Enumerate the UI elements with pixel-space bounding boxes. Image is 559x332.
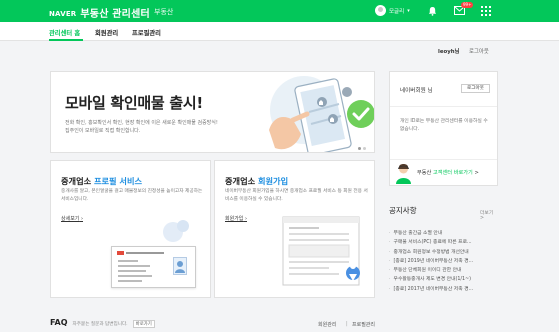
app-title: 부동산 관리센터 — [80, 9, 150, 20]
profile-photo-icon — [173, 257, 187, 275]
mail-count-badge: 99+ — [461, 2, 474, 8]
account-id: leoyh님 — [438, 49, 460, 55]
tab-profile[interactable]: 프로필관리 — [132, 28, 161, 37]
user-menu[interactable]: 모글리 ▾ — [375, 5, 410, 16]
carousel-dots[interactable] — [358, 147, 366, 150]
faq-shortcut-button[interactable]: 바로가기 — [132, 320, 155, 328]
list-item[interactable]: 우수활동중개사 제도 변경 안내(1/1~) — [389, 275, 498, 284]
list-item[interactable]: 구매불 서비스(PC) 종료에 따른 프로... — [389, 238, 498, 247]
tab-members[interactable]: 회원관리 — [95, 28, 118, 37]
hero-title: 모바일 확인매물 출시! — [65, 94, 203, 112]
faq-section: FAQ 자주묻는 질문과 답변입니다. 바로가기 — [50, 318, 155, 328]
signup-service-description: 네이버부동산 회원가입을 하시면 중개업소 프로필 서비스 등 회원 전용 서비… — [225, 189, 368, 202]
business-card-illustration — [111, 246, 196, 288]
avatar — [375, 5, 386, 16]
logout-button[interactable]: 로그아웃 — [461, 84, 490, 93]
profile-service-title: 중개업소 프로필 서비스 — [61, 176, 143, 186]
signup-link[interactable]: 회원가입 › — [225, 215, 247, 222]
faq-member-link[interactable]: 회원관리 — [318, 321, 336, 328]
faq-profile-link[interactable]: 프로필관리 — [352, 321, 375, 328]
support-agent-icon — [396, 164, 411, 184]
member-greeting: 네이버회원 님 — [400, 88, 433, 94]
brand-logo[interactable]: NAVER 부동산 관리센터 — [49, 5, 150, 20]
browser-window-illustration — [282, 216, 360, 286]
notice-list: 부동산 출간금 소멸 안내 구매불 서비스(PC) 종료에 따른 프로... 중… — [389, 229, 498, 294]
customer-center-link[interactable]: 부동산 고객센터 바로가기 > — [417, 169, 479, 176]
hero-desc-line-1: 전화 확인, 홍보확인서 확인, 현장 확인에 이은 새로운 확인매물 검증방식… — [65, 120, 218, 126]
list-item[interactable]: [종료] 2019년 네이버부동산 저축 경... — [389, 257, 498, 266]
real-estate-link[interactable]: 부동산 — [154, 7, 173, 17]
profile-detail-link[interactable]: 상세보기 › — [61, 215, 83, 222]
list-item[interactable]: 부동산 단체회원 이이디 관한 안내 — [389, 266, 498, 275]
user-name: 모글리 — [389, 8, 405, 15]
main-nav: 관리센터 홈 회원관리 프로필관리 — [0, 22, 559, 41]
hero-desc-line-2: 집주인이 모바일로 직접 확인합니다. — [65, 128, 141, 134]
apps-grid-icon[interactable] — [481, 6, 491, 16]
member-panel: 네이버회원 님 로그아웃 개인 ID로는 부동산 관리센터를 이용하실 수 없습… — [389, 71, 498, 186]
list-item[interactable]: [종료] 2017년 네이버부동산 저축 경... — [389, 285, 498, 294]
faq-separator: | — [346, 321, 348, 327]
faq-description: 자주묻는 질문과 답변입니다. — [72, 322, 128, 327]
divider — [390, 159, 497, 160]
profile-service-description: 중개사를 알고, 본인얼굴을 걸고 매물정보의 진정성을 높이고자 제공하는 서… — [61, 189, 203, 202]
faq-title: FAQ — [50, 318, 68, 327]
list-item[interactable]: 부동산 출간금 소멸 안내 — [389, 229, 498, 238]
list-item[interactable]: 중개업소 회원정보 수정방법 개선안내 — [389, 248, 498, 257]
hero-description: 전화 확인, 홍보확인서 확인, 현장 확인에 이은 새로운 확인매물 검증방식… — [65, 119, 265, 135]
notice-title: 공지사항 — [389, 206, 417, 215]
notice-more-link[interactable]: 더보기 > — [480, 209, 498, 221]
naver-logo: NAVER — [49, 10, 77, 18]
bell-icon[interactable] — [428, 6, 437, 16]
phone-illustration — [269, 76, 374, 152]
logout-link[interactable]: 로그아웃 — [469, 47, 489, 55]
divider — [390, 106, 497, 107]
signup-service-card: 중개업소 회원가입 네이버부동산 회원가입을 하시면 중개업소 프로필 서비스 … — [214, 160, 375, 298]
notice-section: 공지사항 더보기 > 부동산 출간금 소멸 안내 구매불 서비스(PC) 종료에… — [389, 200, 498, 300]
chevron-down-icon: ▾ — [407, 7, 410, 14]
signup-service-title: 중개업소 회원가입 — [225, 176, 289, 186]
top-bar: NAVER 부동산 관리센터 부동산 모글리 ▾ 99+ — [0, 0, 559, 22]
member-notice: 개인 ID로는 부동산 관리센터를 이용하실 수 없습니다. — [400, 119, 488, 132]
tab-home[interactable]: 관리센터 홈 — [49, 28, 80, 37]
profile-service-card: 중개업소 프로필 서비스 중개사를 알고, 본인얼굴을 걸고 매물정보의 진정성… — [50, 160, 211, 298]
active-tab-indicator — [49, 39, 83, 41]
hero-banner[interactable]: 모바일 확인매물 출시! 전화 확인, 홍보확인서 확인, 현장 확인에 이은 … — [50, 71, 375, 153]
